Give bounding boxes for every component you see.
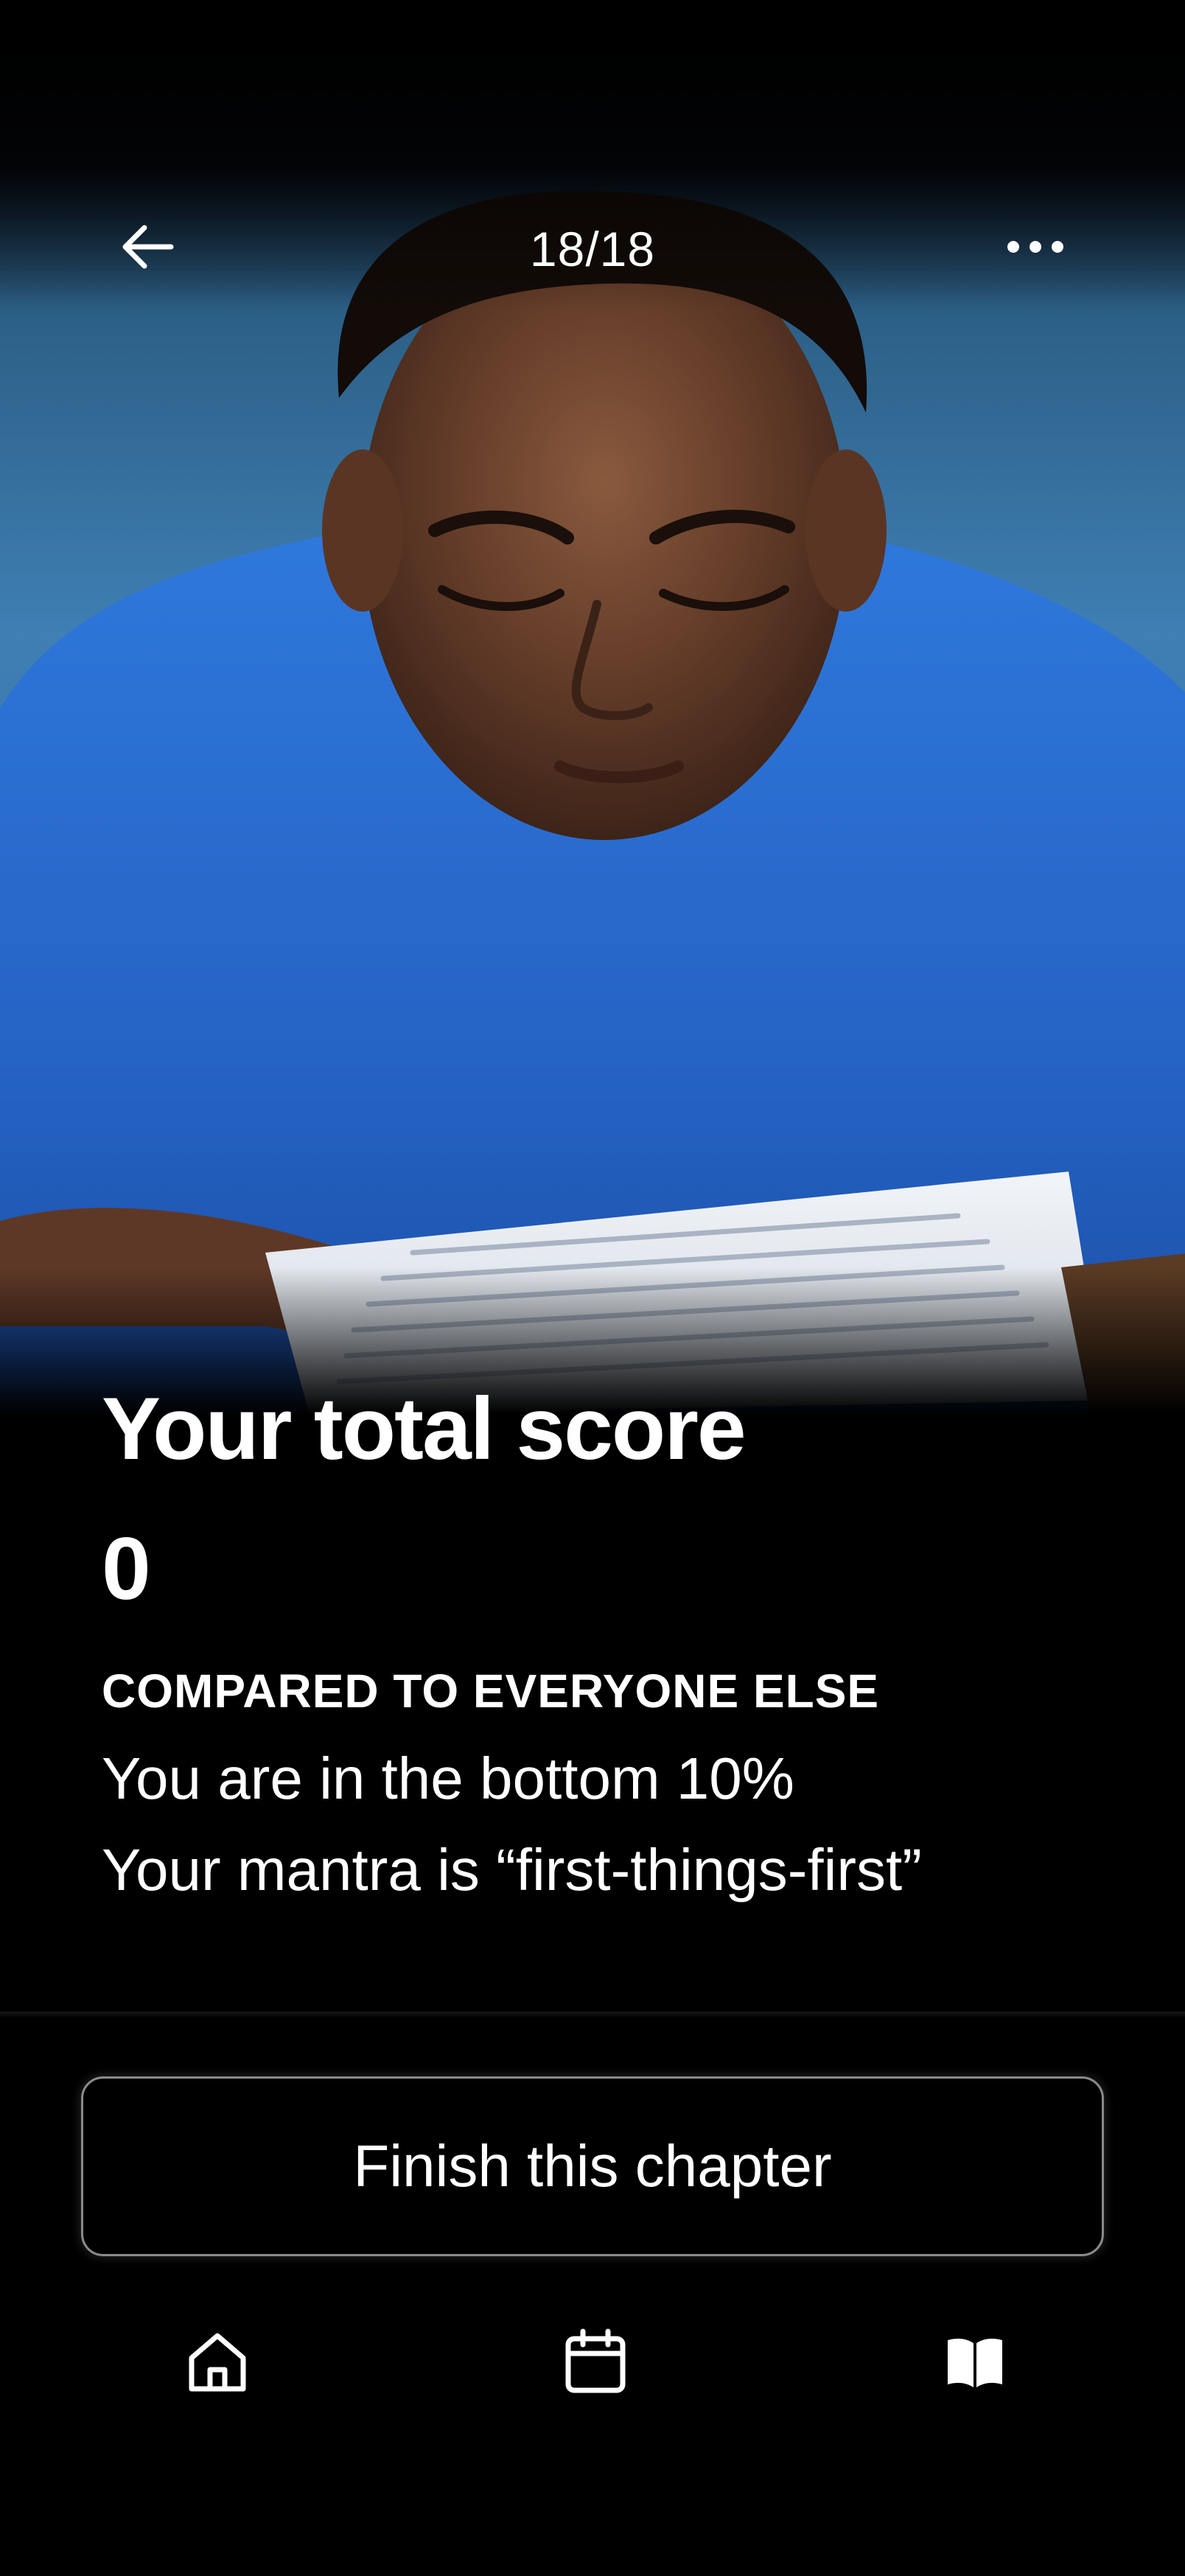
book-icon	[948, 2338, 1002, 2387]
score-title: Your total score	[102, 1379, 747, 1478]
top-bar: 18/18	[0, 192, 1185, 302]
quiz-result-screen: 18/18 Your total score 0 COMPARED TO EVE…	[0, 0, 1185, 2576]
nav-calendar[interactable]	[548, 2314, 643, 2409]
more-horizontal-icon	[1007, 241, 1063, 253]
score-value: 0	[102, 1519, 151, 1618]
home-icon	[189, 2333, 246, 2392]
percentile-text: You are in the bottom 10%	[102, 1746, 794, 1811]
mantra-text: Your mantra is “first-things-first”	[102, 1837, 922, 1903]
nav-library[interactable]	[927, 2314, 1023, 2409]
compare-label: COMPARED TO EVERYONE ELSE	[102, 1665, 880, 1718]
footer-divider	[0, 2012, 1185, 2017]
more-options-button[interactable]	[988, 206, 1083, 287]
calendar-icon	[565, 2328, 626, 2393]
finish-chapter-button[interactable]: Finish this chapter	[81, 2076, 1104, 2256]
nav-home[interactable]	[169, 2314, 265, 2409]
bottom-navigation	[0, 2314, 1185, 2409]
